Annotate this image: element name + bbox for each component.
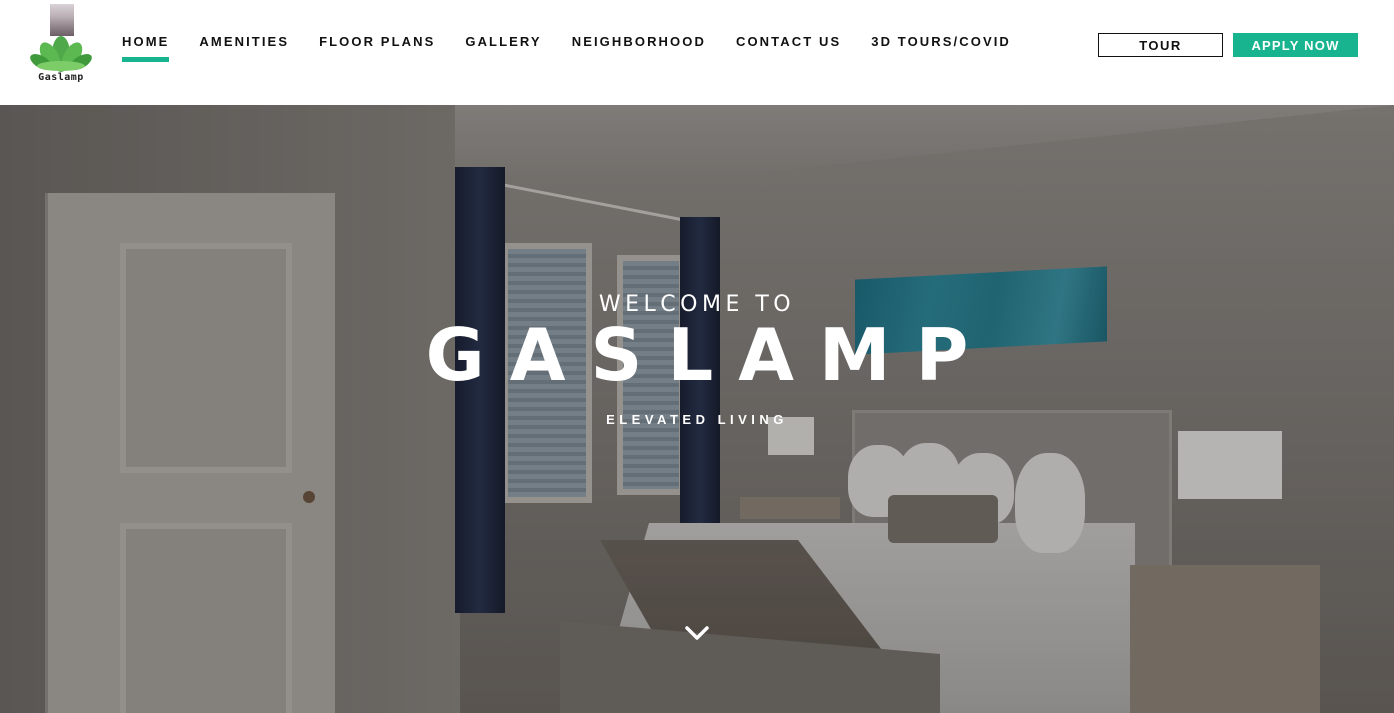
nav-item-contact-us[interactable]: CONTACT US <box>736 33 841 51</box>
nav-item-3d-tours[interactable]: 3D TOURS/COVID <box>871 33 1011 51</box>
main-nav: HOME AMENITIES FLOOR PLANS GALLERY NEIGH… <box>122 33 1011 62</box>
hero-section: WELCOME TO GASLAMP ELEVATED LIVING <box>0 105 1394 713</box>
hero-title: GASLAMP <box>425 313 994 397</box>
nav-item-gallery[interactable]: GALLERY <box>465 33 541 51</box>
site-header: Gaslamp HOME AMENITIES FLOOR PLANS GALLE… <box>0 0 1394 105</box>
apply-now-button[interactable]: APPLY NOW <box>1233 33 1358 57</box>
logo[interactable]: Gaslamp <box>28 4 94 88</box>
nav-item-neighborhood[interactable]: NEIGHBORHOOD <box>572 33 706 51</box>
chevron-down-icon[interactable] <box>683 621 711 645</box>
nav-item-amenities[interactable]: AMENITIES <box>199 33 289 51</box>
lotus-icon <box>30 36 92 72</box>
logo-text: Gaslamp <box>38 72 84 83</box>
nav-item-home[interactable]: HOME <box>122 33 170 62</box>
hero-tagline: ELEVATED LIVING <box>606 412 788 427</box>
tour-button[interactable]: TOUR <box>1098 33 1223 57</box>
nav-item-floor-plans[interactable]: FLOOR PLANS <box>319 33 435 51</box>
